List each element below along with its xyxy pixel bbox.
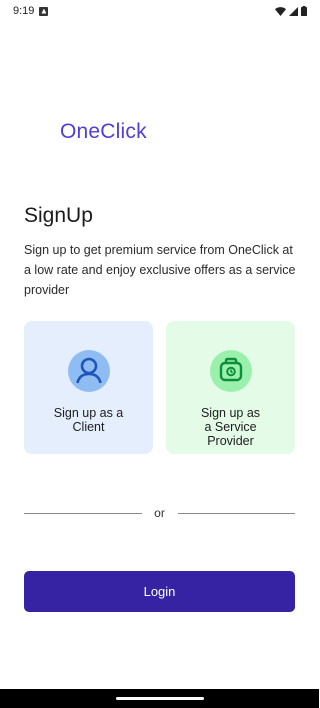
- divider-text: or: [154, 506, 165, 520]
- wifi-icon: [275, 6, 286, 16]
- navigation-bar: [0, 689, 319, 708]
- status-right: [275, 6, 307, 16]
- home-gesture-handle[interactable]: [116, 697, 204, 700]
- signup-client-label: Sign up as a Client: [53, 406, 124, 434]
- page-description: Sign up to get premium service from OneC…: [24, 243, 296, 297]
- signal-icon: [289, 6, 298, 16]
- signup-client-card[interactable]: Sign up as a Client: [24, 321, 153, 454]
- signup-provider-card[interactable]: Sign up as a Service Provider: [166, 321, 295, 454]
- notification-icon: [39, 6, 49, 16]
- divider-line-left: [24, 512, 142, 514]
- signup-provider-label: Sign up as a Service Provider: [200, 406, 261, 448]
- status-left: 9:19: [13, 5, 49, 17]
- brand-title: OneClick: [60, 120, 147, 143]
- briefcase-icon: [209, 350, 252, 392]
- user-icon: [67, 350, 110, 392]
- status-time: 9:19: [13, 5, 35, 17]
- battery-icon: [301, 6, 307, 16]
- divider-line-right: [177, 512, 295, 514]
- login-button[interactable]: Login: [24, 571, 295, 612]
- status-bar: 9:19: [0, 0, 319, 22]
- or-divider: or: [24, 505, 295, 521]
- page-title: SignUp: [24, 204, 93, 227]
